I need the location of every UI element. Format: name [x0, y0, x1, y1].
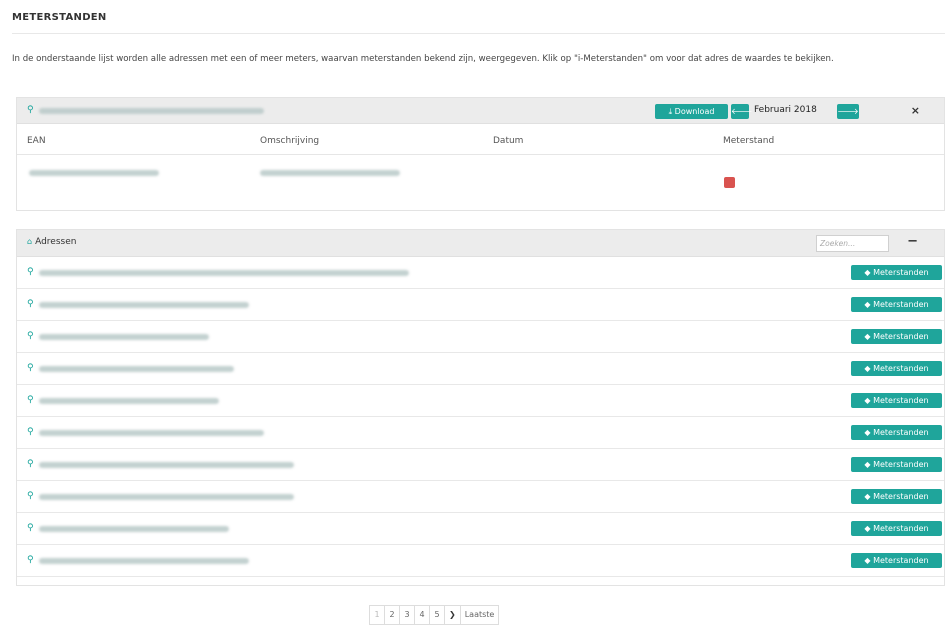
address-text[interactable]: [39, 430, 264, 436]
close-icon[interactable]: ×: [911, 104, 920, 117]
meterstanden-button[interactable]: ◆ Meterstanden: [851, 393, 942, 408]
tag-icon: ◆: [864, 492, 871, 501]
map-marker-icon: ⚲: [27, 491, 34, 501]
address-row: ⚲ ◆ Meterstanden: [17, 289, 944, 321]
meterstanden-button[interactable]: ◆ Meterstanden: [851, 521, 942, 536]
page-3-button[interactable]: 3: [399, 605, 415, 625]
meterstanden-button[interactable]: ◆ Meterstanden: [851, 425, 942, 440]
column-header-omschrijving: Omschrijving: [260, 136, 320, 146]
column-header-ean: EAN: [27, 136, 46, 146]
address-row: ⚲ ◆ Meterstanden: [17, 513, 944, 545]
map-marker-icon: ⚲: [27, 363, 34, 373]
title-divider: [12, 33, 945, 34]
selected-address: [39, 108, 264, 114]
address-text[interactable]: [39, 302, 249, 308]
address-row: ⚲ ◆ Meterstanden: [17, 257, 944, 289]
address-text[interactable]: [39, 462, 294, 468]
map-marker-icon: ⚲: [27, 427, 34, 437]
page-1-button[interactable]: 1: [369, 605, 385, 625]
download-icon: ⤓: [668, 107, 673, 116]
address-text[interactable]: [39, 398, 219, 404]
tag-icon: ◆: [864, 396, 871, 405]
column-header-meterstand: Meterstand: [723, 136, 775, 146]
last-page-button[interactable]: Laatste: [459, 605, 500, 625]
arrow-left-icon: 🡐: [731, 107, 753, 116]
address-row: ⚲ ◆ Meterstanden: [17, 321, 944, 353]
address-row: ⚲ ◆ Meterstanden: [17, 353, 944, 385]
tag-icon: ◆: [864, 268, 871, 277]
table-header-divider: [17, 154, 944, 155]
meterstanden-button[interactable]: ◆ Meterstanden: [851, 297, 942, 312]
address-row: ⚲ ◆ Meterstanden: [17, 385, 944, 417]
address-row: ⚲ ◆ Meterstanden: [17, 545, 944, 577]
address-row: ⚲ ◆ Meterstanden: [17, 481, 944, 513]
address-row: ⚲ ◆ Meterstanden: [17, 449, 944, 481]
meterstanden-button[interactable]: ◆ Meterstanden: [851, 457, 942, 472]
page-title: METERSTANDEN: [12, 12, 107, 23]
tag-icon: ◆: [864, 460, 871, 469]
meterstanden-button[interactable]: ◆ Meterstanden: [851, 329, 942, 344]
omschrijving-value: [260, 170, 400, 176]
map-marker-icon: ⚲: [27, 331, 34, 341]
adressen-title: ⌂ Adressen: [27, 237, 77, 247]
map-marker-icon: ⚲: [27, 459, 34, 469]
intro-text: In de onderstaande lijst worden alle adr…: [12, 54, 834, 64]
ean-value: [29, 170, 159, 176]
adressen-panel: ⌂ Adressen Zoeken... − ⚲ ◆ Meterstanden ⚲…: [16, 229, 945, 586]
download-button[interactable]: ⤓ Download: [655, 104, 728, 119]
tag-icon: ◆: [864, 364, 871, 373]
meterstanden-button[interactable]: ◆ Meterstanden: [851, 489, 942, 504]
meter-detail-panel: ⚲ ⤓ Download 🡐 Februari 2018 🡒 × EAN Oms…: [16, 97, 945, 211]
home-icon: ⌂: [27, 237, 33, 246]
map-marker-icon: ⚲: [27, 523, 34, 533]
next-month-button[interactable]: 🡒: [837, 104, 859, 119]
tag-icon: ◆: [864, 428, 871, 437]
map-marker-icon: ⚲: [27, 555, 34, 565]
meterstand-status-indicator[interactable]: [724, 177, 735, 188]
tag-icon: ◆: [864, 524, 871, 533]
address-row: ⚲ ◆ Meterstanden: [17, 417, 944, 449]
detail-panel-header: ⚲ ⤓ Download 🡐 Februari 2018 🡒 ×: [17, 98, 944, 124]
address-text[interactable]: [39, 366, 234, 372]
collapse-icon[interactable]: −: [907, 234, 918, 249]
next-page-button[interactable]: ❯: [444, 605, 461, 625]
page-4-button[interactable]: 4: [414, 605, 430, 625]
meterstanden-button[interactable]: ◆ Meterstanden: [851, 553, 942, 568]
search-input[interactable]: Zoeken...: [816, 235, 889, 252]
address-text[interactable]: [39, 270, 409, 276]
meterstanden-button[interactable]: ◆ Meterstanden: [851, 361, 942, 376]
address-text[interactable]: [39, 526, 229, 532]
pagination: 1 2 3 4 5 ❯ Laatste: [369, 605, 500, 625]
page-2-button[interactable]: 2: [384, 605, 400, 625]
map-marker-icon: ⚲: [27, 105, 34, 115]
meterstanden-button[interactable]: ◆ Meterstanden: [851, 265, 942, 280]
map-marker-icon: ⚲: [27, 299, 34, 309]
tag-icon: ◆: [864, 300, 871, 309]
adressen-panel-header: ⌂ Adressen Zoeken... −: [17, 230, 944, 257]
previous-month-button[interactable]: 🡐: [731, 104, 753, 119]
tag-icon: ◆: [864, 556, 871, 565]
column-header-datum: Datum: [493, 136, 524, 146]
map-marker-icon: ⚲: [27, 267, 34, 277]
page-5-button[interactable]: 5: [429, 605, 445, 625]
address-text[interactable]: [39, 334, 209, 340]
address-text[interactable]: [39, 558, 249, 564]
address-text[interactable]: [39, 494, 294, 500]
current-month: Februari 2018: [754, 105, 817, 115]
map-marker-icon: ⚲: [27, 395, 34, 405]
arrow-right-icon: 🡒: [837, 107, 859, 116]
tag-icon: ◆: [864, 332, 871, 341]
